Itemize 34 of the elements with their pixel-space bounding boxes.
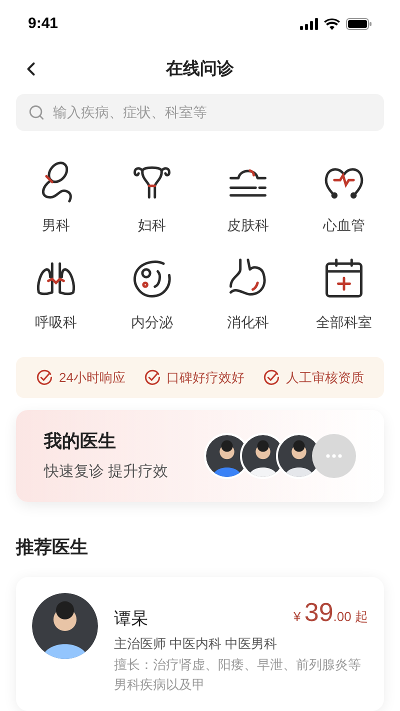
department-item[interactable]: 内分泌 (104, 256, 200, 333)
page-title: 在线问诊 (166, 58, 234, 80)
doctor-titles: 主治医师 中医内科 中医男科 (114, 634, 278, 653)
more-doctors-button[interactable] (312, 434, 356, 478)
search-field[interactable]: 输入疾病、症状、科室等 (16, 94, 384, 131)
department-item[interactable]: 消化科 (200, 256, 296, 333)
search-icon (28, 104, 45, 121)
guarantee-text: 24小时响应 (59, 368, 126, 387)
department-item[interactable]: 全部科室 (296, 256, 392, 333)
department-item[interactable]: 心血管 (296, 158, 392, 236)
department-item[interactable]: 男科 (8, 158, 104, 236)
card-subtitle: 快速复诊 提升疗效 (44, 462, 168, 482)
avatar (32, 592, 98, 659)
doctor-specialty: 擅长：治疗肾虚、阳痿、早泄、前列腺炎等 男科疾病以及甲 (114, 656, 362, 694)
price: ¥39.00 起 (294, 596, 368, 629)
status-time: 9:41 (28, 14, 58, 34)
guarantee-text: 人工审核资质 (286, 368, 364, 387)
department-item[interactable]: 妇科 (104, 158, 200, 236)
more-icon (326, 454, 342, 458)
section-title: 推荐医生 (16, 536, 89, 559)
check-circle-icon (144, 369, 161, 386)
department-item[interactable]: 皮肤科 (200, 158, 296, 236)
check-circle-icon (263, 369, 280, 386)
my-doctors-card[interactable]: 我的医生 快速复诊 提升疗效 (16, 410, 384, 502)
battery-icon (346, 18, 372, 30)
guarantee-text: 口碑好疗效好 (166, 368, 245, 387)
search-input[interactable]: 输入疾病、症状、科室等 (53, 102, 372, 123)
department-item[interactable]: 呼吸科 (8, 256, 104, 333)
doctor-name: 谭杲 (114, 608, 148, 630)
card-title: 我的医生 (44, 430, 117, 454)
signal-icon (300, 18, 318, 30)
wifi-icon (324, 18, 340, 30)
check-circle-icon (36, 369, 53, 386)
doctor-card[interactable]: 谭杲 ¥39.00 起 主治医师 中医内科 中医男科 擅长：治疗肾虚、阳痿、早泄、前列腺炎等 男科疾病以及甲 (16, 576, 384, 711)
